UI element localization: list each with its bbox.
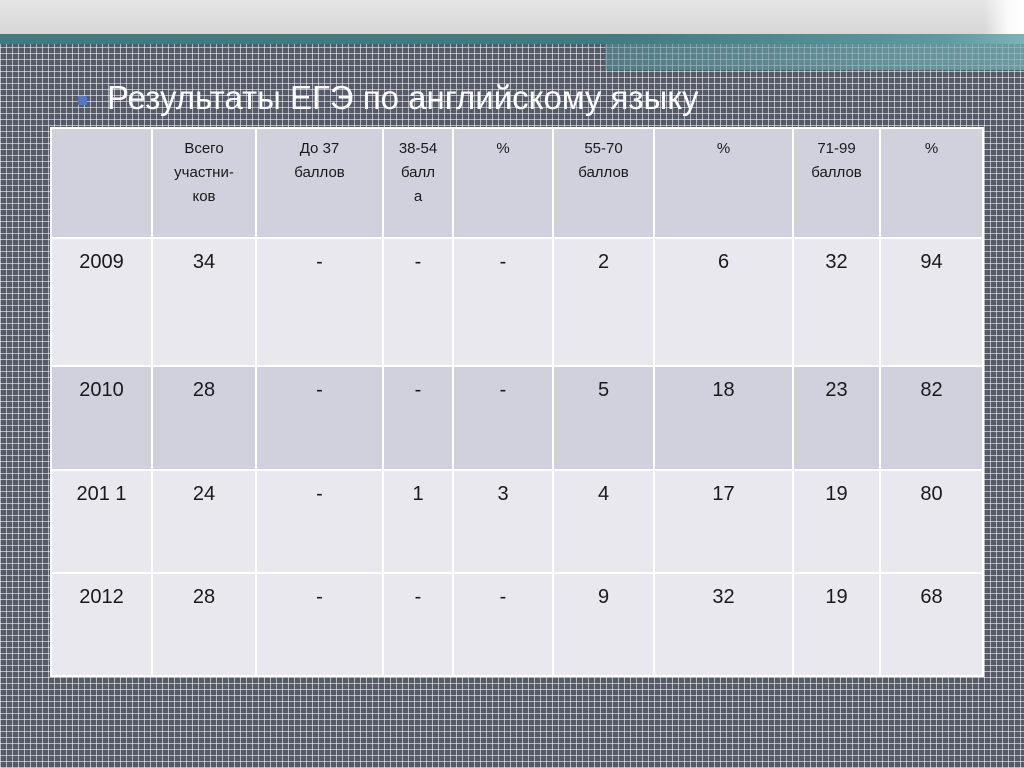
table-cell: - [255,572,384,677]
table-cell: 18 [653,365,794,471]
header-cell-55-70: 55-70 баллов [552,127,655,239]
header-cell-percent: % [879,127,984,239]
table-cell: - [382,572,454,677]
table-cell: 19 [792,469,881,574]
header-cell-71-99: 71-99 баллов [792,127,881,239]
table-cell: - [452,237,554,367]
teal-accent-strip [605,44,1024,70]
header-cell-percent: % [452,127,554,239]
slide-title-row: Результаты ЕГЭ по английскому языку [78,74,699,122]
teal-accent-bar [0,34,1024,44]
table-cell: 19 [792,572,881,677]
slide-title: Результаты ЕГЭ по английскому языку [107,79,699,116]
top-band [0,0,1024,34]
table-cell: - [452,365,554,471]
table-cell-year: 2010 [50,365,153,471]
header-cell-percent: % [653,127,794,239]
table-cell: 28 [151,365,257,471]
table-header-row: Всего участни- ков До 37 баллов 38-54 ба… [50,127,984,239]
table-cell: 24 [151,469,257,574]
table-cell: 4 [552,469,655,574]
table-cell: 32 [653,572,794,677]
table-row: 2009 34 - - - 2 6 32 94 [50,237,984,367]
results-table: Всего участни- ков До 37 баллов 38-54 ба… [50,127,984,677]
header-cell-38-54: 38-54 балл а [382,127,454,239]
table-cell: 82 [879,365,984,471]
table-cell: 34 [151,237,257,367]
table-cell: - [452,572,554,677]
table-cell: 94 [879,237,984,367]
header-cell-total-participants: Всего участни- ков [151,127,257,239]
table-row: 201 1 24 - 1 3 4 17 19 80 [50,469,984,574]
table-cell: 28 [151,572,257,677]
header-cell-below-37: До 37 баллов [255,127,384,239]
table-cell: 68 [879,572,984,677]
table-cell: 23 [792,365,881,471]
table-cell: 9 [552,572,655,677]
table-cell: 1 [382,469,454,574]
table-cell-year: 2012 [50,572,153,677]
results-table-container: Всего участни- ков До 37 баллов 38-54 ба… [50,127,984,677]
table-cell: 3 [452,469,554,574]
table-cell: - [255,469,384,574]
top-band-highlight [984,0,1024,34]
table-cell: 32 [792,237,881,367]
table-cell-year: 2009 [50,237,153,367]
table-row: 2012 28 - - - 9 32 19 68 [50,572,984,677]
table-cell: - [255,237,384,367]
table-cell: - [382,237,454,367]
table-cell: 80 [879,469,984,574]
header-cell [50,127,153,239]
table-cell-year: 201 1 [50,469,153,574]
bullet-icon [78,95,87,105]
table-cell: 6 [653,237,794,367]
table-cell: - [255,365,384,471]
table-row: 2010 28 - - - 5 18 23 82 [50,365,984,471]
table-cell: - [382,365,454,471]
table-cell: 17 [653,469,794,574]
table-cell: 5 [552,365,655,471]
table-cell: 2 [552,237,655,367]
